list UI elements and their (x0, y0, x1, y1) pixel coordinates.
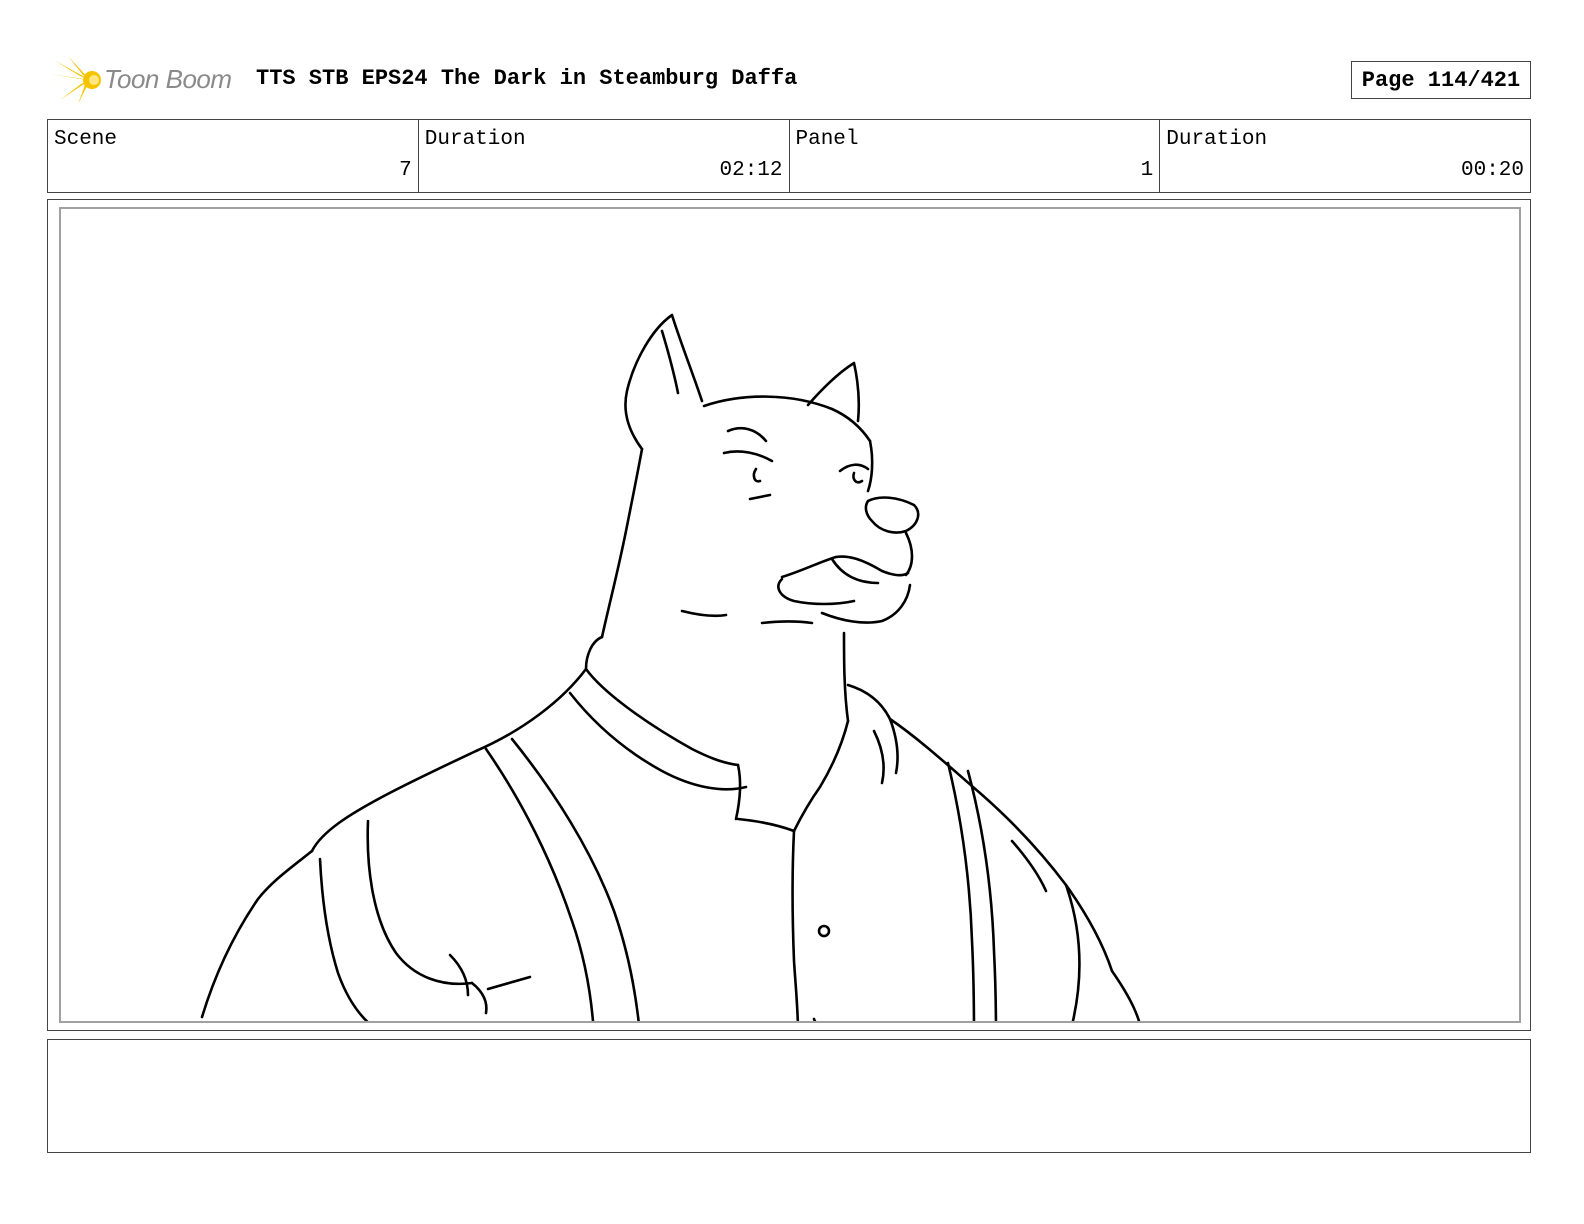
panel-cell: Panel 1 (790, 120, 1161, 192)
storyboard-panel-frame (47, 199, 1531, 1031)
panel-duration-value: 00:20 (1460, 159, 1524, 182)
scene-duration-value: 02:12 (719, 159, 783, 182)
document-title: TTS STB EPS24 The Dark in Steamburg Daff… (256, 66, 798, 91)
storyboard-panel-image (59, 207, 1521, 1023)
panel-duration-cell: Duration 00:20 (1160, 120, 1530, 192)
scene-value: 7 (399, 159, 412, 182)
scene-label: Scene (54, 128, 118, 151)
panel-value: 1 (1140, 159, 1154, 182)
scene-duration-label: Duration (424, 128, 526, 151)
dog-character-sketch (200, 313, 1141, 1021)
panel-label: Panel (795, 128, 859, 151)
toon-boom-logo: Toon Boom (50, 54, 240, 106)
panel-info-row: Scene 7 Duration 02:12 Panel 1 Duration … (47, 119, 1531, 193)
page-indicator: Page 114/421 (1351, 61, 1531, 99)
scene-cell: Scene 7 (48, 120, 419, 192)
scene-duration-cell: Duration 02:12 (419, 120, 790, 192)
panel-duration-label: Duration (1166, 128, 1268, 151)
panel-notes-box (47, 1039, 1531, 1153)
logo-wordmark: Toon Boom (104, 64, 232, 94)
starburst-icon (50, 56, 101, 104)
